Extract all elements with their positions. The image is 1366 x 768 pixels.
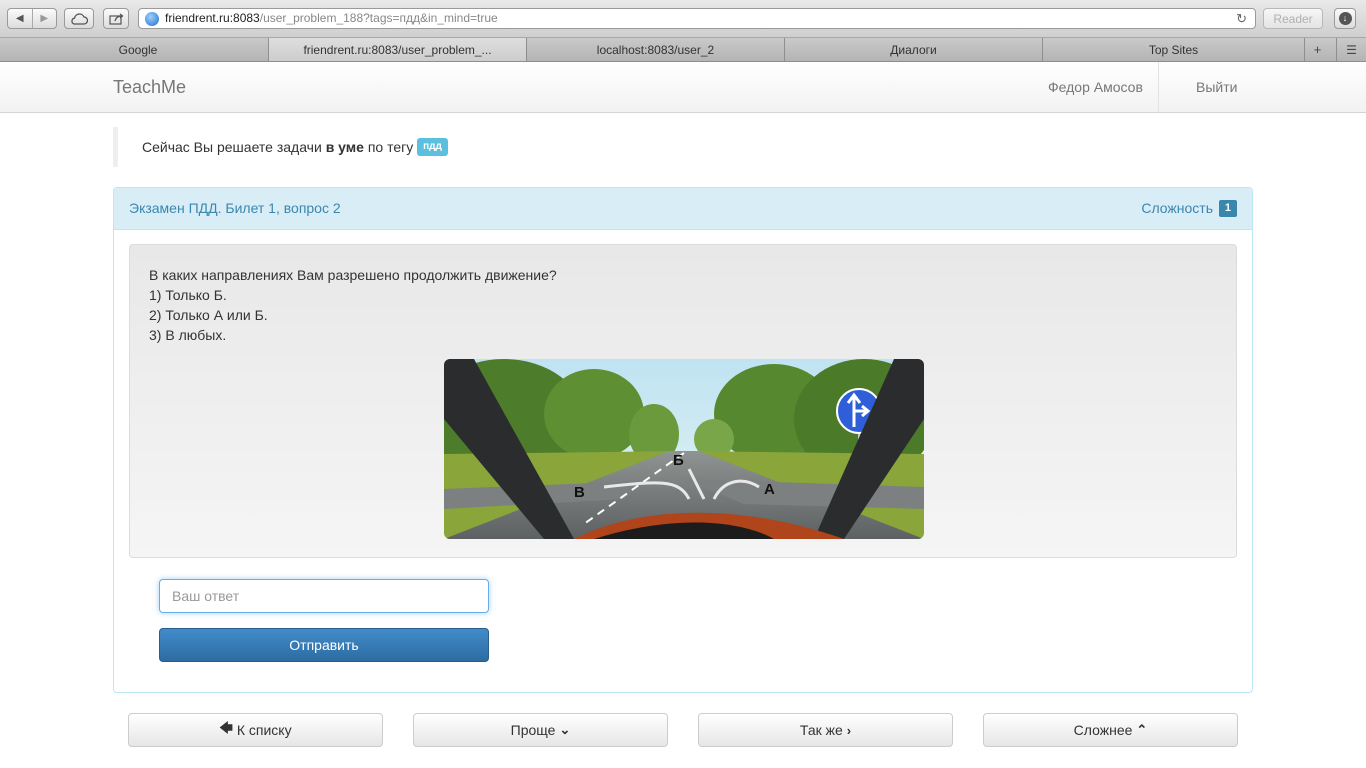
back-to-list-button[interactable]: 🡄 К списку <box>128 713 383 747</box>
label-v: В <box>574 484 585 501</box>
share-button[interactable] <box>103 8 129 29</box>
icloud-tabs-button[interactable] <box>64 8 94 29</box>
problem-image: Б В А <box>444 359 924 539</box>
harder-button[interactable]: Сложнее ⌃ <box>983 713 1238 747</box>
cloud-icon <box>71 12 88 25</box>
new-tab-button[interactable]: + <box>1304 38 1330 61</box>
tab-top-sites[interactable]: Top Sites <box>1042 38 1304 61</box>
plus-icon: + <box>1313 42 1322 57</box>
history-nav: ◀ ▶ <box>7 8 57 29</box>
difficulty-label: Сложность <box>1141 200 1213 216</box>
solving-mode-info: Сейчас Вы решаете задачи в уме по тегу п… <box>113 127 713 167</box>
reload-icon[interactable]: ↻ <box>1236 9 1247 28</box>
user-profile-link[interactable]: Федор Амосов <box>1033 62 1159 112</box>
tab-label: friendrent.ru:8083/user_problem_... <box>303 42 492 57</box>
harder-label: Сложнее <box>1073 722 1133 738</box>
download-icon: ↓ <box>1338 12 1352 25</box>
arrow-left-icon: 🡄 <box>219 720 233 735</box>
forward-button[interactable]: ▶ <box>31 9 57 28</box>
problem-heading: Экзамен ПДД. Билет 1, вопрос 2 Сложность… <box>114 188 1252 230</box>
label-a: А <box>764 481 775 498</box>
url-path: /user_problem_188?tags=пдд&in_mind=true <box>259 11 498 25</box>
easier-button[interactable]: Проще ⌄ <box>413 713 668 747</box>
share-icon <box>108 12 124 25</box>
tab-label: localhost:8083/user_2 <box>596 42 715 57</box>
tab-label: Google <box>118 42 158 57</box>
app-navbar: TeachMe Федор Амосов Выйти <box>0 62 1366 113</box>
option-1: 1) Только Б. <box>149 287 227 303</box>
tag-label[interactable]: пдд <box>417 138 448 157</box>
tab-overview-button[interactable]: ☰ <box>1336 38 1366 61</box>
question-text: В каких направлениях Вам разрешено продо… <box>149 267 557 283</box>
info-mode: в уме <box>325 139 364 155</box>
info-middle: по тегу <box>367 139 414 155</box>
brand-logo[interactable]: TeachMe <box>113 77 186 98</box>
globe-icon <box>145 12 159 26</box>
problem-title: Экзамен ПДД. Билет 1, вопрос 2 <box>129 200 341 216</box>
difficulty: Сложность 1 <box>1141 188 1237 229</box>
address-bar[interactable]: friendrent.ru:8083/user_problem_188?tags… <box>138 8 1256 29</box>
problem-panel: Экзамен ПДД. Билет 1, вопрос 2 Сложность… <box>113 187 1253 693</box>
label-b: Б <box>673 452 684 469</box>
browser-tab-bar: Google friendrent.ru:8083/user_problem_.… <box>0 38 1366 62</box>
forward-arrow-icon: ▶ <box>40 13 49 24</box>
road-scene-illustration: Б В А <box>444 359 924 539</box>
chevron-right-icon: › <box>846 722 852 738</box>
downloads-button[interactable]: ↓ <box>1334 8 1356 29</box>
back-arrow-icon: ◀ <box>15 13 24 24</box>
tab-label: Top Sites <box>1148 42 1199 57</box>
same-level-label: Так же <box>799 722 843 738</box>
tab-google[interactable]: Google <box>8 38 268 61</box>
back-button[interactable]: ◀ <box>8 9 32 28</box>
problem-statement: В каких направлениях Вам разрешено продо… <box>129 244 1237 558</box>
difficulty-badge: 1 <box>1218 199 1237 217</box>
back-to-list-label: К списку <box>236 722 292 738</box>
chevron-down-icon: ⌄ <box>559 722 571 737</box>
easier-label: Проще <box>510 722 556 738</box>
tab-dialogs[interactable]: Диалоги <box>784 38 1042 61</box>
answer-input[interactable] <box>159 579 489 613</box>
tab-label: Диалоги <box>890 42 937 57</box>
submit-button[interactable]: Отправить <box>159 628 489 662</box>
url-host: friendrent.ru:8083 <box>165 11 260 25</box>
option-3: 3) В любых. <box>149 327 227 343</box>
chevron-up-icon: ⌃ <box>1136 722 1148 737</box>
info-prefix: Сейчас Вы решаете задачи <box>142 139 322 155</box>
browser-toolbar: ◀ ▶ friendrent.ru:8083/user_problem_188?… <box>0 0 1366 38</box>
logout-link[interactable]: Выйти <box>1181 62 1252 112</box>
tab-current[interactable]: friendrent.ru:8083/user_problem_... <box>268 38 526 61</box>
option-2: 2) Только А или Б. <box>149 307 268 323</box>
list-icon: ☰ <box>1346 42 1357 57</box>
same-level-button[interactable]: Так же › <box>698 713 953 747</box>
tab-localhost[interactable]: localhost:8083/user_2 <box>526 38 784 61</box>
reader-button[interactable]: Reader <box>1263 8 1323 29</box>
